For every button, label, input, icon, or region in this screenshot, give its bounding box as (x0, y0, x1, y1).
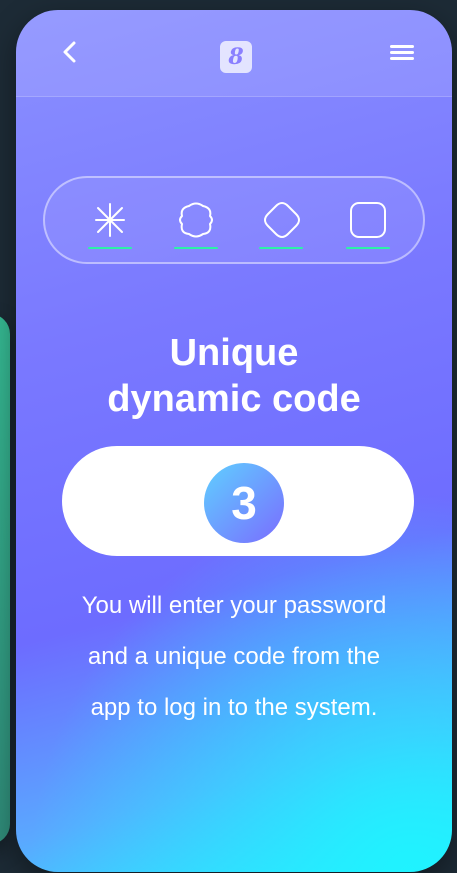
method-underline (259, 247, 303, 249)
description-line: app to log in to the system. (90, 694, 378, 721)
method-underline (346, 247, 390, 249)
chevron-left-icon (63, 41, 76, 63)
method-asterisk[interactable] (88, 200, 132, 252)
title-line: dynamic code (107, 378, 361, 420)
square-icon (350, 202, 386, 238)
flower-icon (179, 202, 213, 238)
description-line: and a unique code from the (87, 643, 381, 670)
page-title: Unique dynamic code (16, 330, 452, 422)
asterisk-icon (95, 203, 125, 237)
method-square[interactable] (346, 200, 390, 252)
active-underline (88, 247, 132, 249)
app-logo: 8 (220, 41, 252, 73)
method-diamond[interactable] (259, 200, 303, 252)
code-digit: 3 (204, 463, 284, 543)
title-line: Unique (169, 332, 299, 374)
background-card (0, 314, 10, 844)
method-underline (174, 247, 218, 249)
hamburger-icon (390, 45, 414, 48)
screen: 8 Unique dynamic code 3 You will enter y… (0, 0, 457, 873)
description-line: You will enter your password (81, 592, 387, 619)
code-display: 3 (62, 446, 414, 556)
diamond-icon (264, 202, 300, 238)
description: You will enter your password and a uniqu… (36, 580, 432, 733)
top-bar: 8 (16, 10, 452, 97)
menu-button[interactable] (390, 45, 414, 65)
back-button[interactable] (56, 38, 84, 66)
method-flower[interactable] (174, 200, 218, 252)
security-method-selector (43, 176, 425, 264)
phone-frame: 8 Unique dynamic code 3 You will enter y… (16, 10, 452, 872)
